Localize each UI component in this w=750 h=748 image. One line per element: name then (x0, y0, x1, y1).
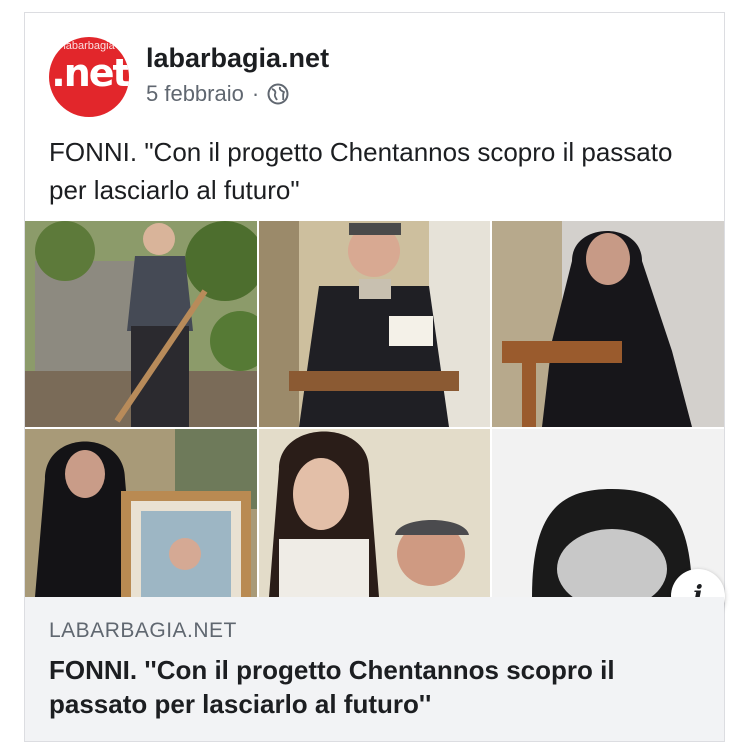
avatar-logo-text: .net (51, 51, 129, 95)
post-meta: 5 febbraio · (146, 81, 289, 107)
post-card: labarbagia .net labarbagia.net 5 febbrai… (24, 12, 725, 742)
photo-young-woman-and-old-man[interactable] (259, 429, 490, 597)
photo-man-gardening[interactable] (25, 221, 257, 427)
meta-separator: · (251, 81, 260, 106)
link-preview[interactable]: LABARBAGIA.NET FONNI. ''Con il progetto … (25, 597, 724, 741)
link-title[interactable]: FONNI. ''Con il progetto Chentannos scop… (49, 653, 699, 721)
page-name-link[interactable]: labarbagia.net (146, 43, 329, 74)
post-text: FONNI. "Con il progetto Chentannos scopr… (49, 137, 673, 205)
photo-man-writing[interactable] (259, 221, 490, 427)
post-header: labarbagia .net labarbagia.net 5 febbrai… (49, 37, 709, 117)
photo-collage[interactable] (25, 221, 724, 597)
page-avatar[interactable]: labarbagia .net (49, 37, 129, 117)
post-date[interactable]: 5 febbraio (146, 81, 244, 107)
link-domain: LABARBAGIA.NET (49, 619, 237, 642)
photo-woman-with-painting[interactable] (25, 429, 257, 597)
globe-icon[interactable] (267, 83, 289, 105)
photo-woman-seated[interactable] (492, 221, 724, 427)
